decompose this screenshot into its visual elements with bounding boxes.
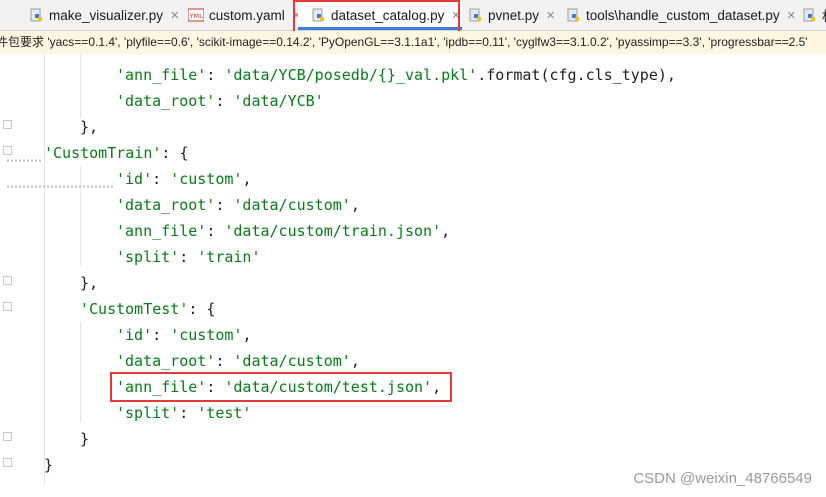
fold-start-icon[interactable] — [3, 146, 12, 155]
string-token: 'train' — [197, 248, 261, 266]
tab-highlight-box — [293, 0, 460, 34]
code-line[interactable]: 'data_root': 'data/custom', — [116, 351, 360, 371]
close-icon[interactable]: ✕ — [546, 9, 555, 22]
string-token: 'split' — [116, 248, 180, 266]
punctuation-token: }, — [80, 118, 99, 136]
punctuation-token: : — [206, 66, 225, 84]
string-token: 'test' — [197, 404, 252, 422]
punctuation-token: , — [242, 170, 252, 188]
tab-handle-custom-dataset[interactable]: tools\handle_custom_dataset.py ✕ — [567, 0, 796, 30]
python-file-icon — [567, 8, 579, 21]
tab-label: pvnet.py — [488, 7, 540, 23]
close-icon[interactable]: ✕ — [170, 9, 179, 22]
code-line[interactable]: 'CustomTest': { — [80, 299, 215, 319]
code-line[interactable]: 'data_root': 'data/custom', — [116, 195, 360, 215]
punctuation-token: : — [215, 92, 234, 110]
tab-label: make_visualizer.py — [49, 7, 164, 23]
svg-text:YML: YML — [189, 12, 204, 20]
fold-end-icon[interactable] — [3, 432, 12, 441]
requirements-banner: 件包要求 'yacs==0.1.4', 'plyfile==0.6', 'sci… — [0, 31, 826, 54]
string-token: 'ann_file' — [116, 222, 207, 240]
punctuation-token: , — [350, 352, 360, 370]
string-token: 'data_root' — [116, 196, 216, 214]
punctuation-token: } — [44, 456, 54, 474]
punctuation-token: .format(cfg.cls_type), — [477, 66, 676, 84]
string-token: 'id' — [116, 326, 153, 344]
code-line[interactable]: 'id': 'custom', — [116, 325, 251, 345]
string-token: 'custom' — [170, 170, 243, 188]
tab-overflow[interactable]: 析 — [803, 0, 826, 30]
fold-end-icon[interactable] — [3, 276, 12, 285]
punctuation-token: : — [215, 196, 234, 214]
tab-label: custom.yaml — [209, 7, 285, 23]
python-file-icon — [469, 8, 481, 21]
punctuation-token: }, — [80, 274, 99, 292]
yaml-file-icon: YML — [188, 8, 204, 22]
indent-guide — [80, 54, 81, 118]
punctuation-token: : { — [161, 144, 189, 162]
indent-guide — [80, 166, 81, 266]
code-line[interactable]: 'CustomTrain': { — [44, 143, 189, 163]
string-token: 'id' — [116, 170, 153, 188]
tab-custom-yaml[interactable]: YML custom.yaml ✕ — [188, 0, 301, 30]
string-token: 'data/custom' — [233, 352, 351, 370]
python-file-icon — [803, 8, 815, 21]
string-token: 'data/YCB/posedb/{}_val.pkl' — [224, 66, 478, 84]
code-line[interactable]: } — [80, 429, 89, 449]
code-line[interactable]: 'id': 'custom', — [116, 169, 251, 189]
requirements-banner-text: 件包要求 'yacs==0.1.4', 'plyfile==0.6', 'sci… — [0, 35, 808, 49]
tab-label: 析 — [822, 5, 826, 25]
string-token: 'data_root' — [116, 92, 216, 110]
punctuation-token: : — [179, 248, 198, 266]
punctuation-token: : — [152, 326, 171, 344]
punctuation-token: : — [215, 352, 234, 370]
code-line[interactable]: } — [44, 455, 53, 475]
watermark: CSDN @weixin_48766549 — [633, 470, 812, 487]
fold-start-icon[interactable] — [3, 302, 12, 311]
string-token: 'split' — [116, 404, 180, 422]
string-token: 'ann_file' — [116, 66, 207, 84]
punctuation-token: : — [152, 170, 171, 188]
code-line[interactable]: }, — [80, 117, 98, 137]
code-line[interactable]: }, — [80, 273, 98, 293]
code-line[interactable]: 'data_root': 'data/YCB' — [116, 91, 324, 111]
close-icon[interactable]: ✕ — [787, 9, 796, 22]
tab-make-visualizer[interactable]: make_visualizer.py ✕ — [30, 0, 179, 30]
string-token: 'data/YCB' — [233, 92, 324, 110]
fold-end-icon[interactable] — [3, 458, 12, 467]
punctuation-token: : { — [188, 300, 216, 318]
string-token: 'custom' — [170, 326, 243, 344]
string-token: 'data_root' — [116, 352, 216, 370]
code-line[interactable]: 'ann_file': 'data/custom/train.json', — [116, 221, 450, 241]
string-token: 'CustomTrain' — [44, 144, 162, 162]
code-line[interactable]: 'split': 'test' — [116, 403, 251, 423]
punctuation-token: , — [350, 196, 360, 214]
string-token: 'CustomTest' — [80, 300, 189, 318]
string-token: 'data/custom' — [233, 196, 351, 214]
code-line[interactable]: 'split': 'train' — [116, 247, 261, 267]
punctuation-token: } — [80, 430, 90, 448]
punctuation-token: , — [441, 222, 451, 240]
tab-label: tools\handle_custom_dataset.py — [586, 7, 780, 23]
punctuation-token: : — [179, 404, 198, 422]
indent-guide — [80, 322, 81, 422]
punctuation-token: , — [242, 326, 252, 344]
code-line[interactable]: 'ann_file': 'data/YCB/posedb/{}_val.pkl'… — [116, 65, 676, 85]
punctuation-token: : — [206, 222, 225, 240]
weak-warning-underline — [6, 185, 114, 188]
weak-warning-underline — [6, 159, 42, 162]
tab-pvnet[interactable]: pvnet.py ✕ — [469, 0, 555, 30]
fold-end-icon[interactable] — [3, 120, 12, 129]
indent-guide — [44, 54, 45, 486]
python-file-icon — [30, 8, 42, 21]
code-highlight-box — [110, 372, 452, 402]
string-token: 'data/custom/train.json' — [224, 222, 442, 240]
